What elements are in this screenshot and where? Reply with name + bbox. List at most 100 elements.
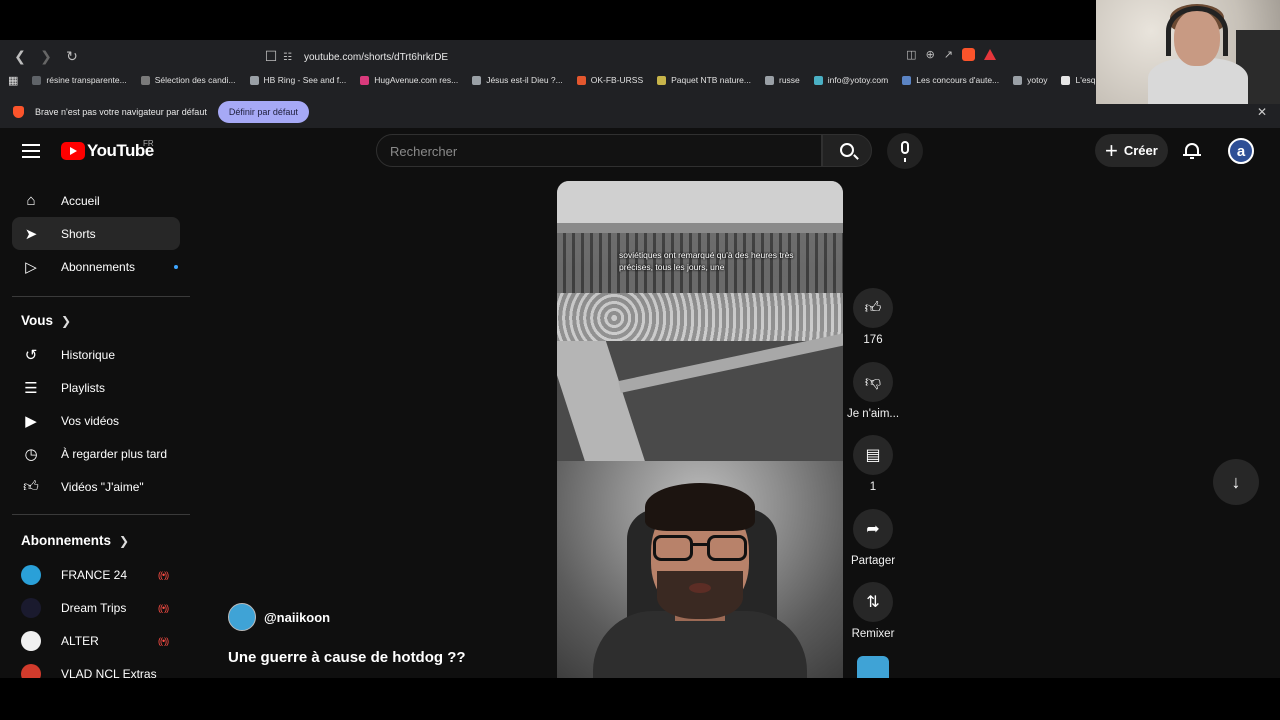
bookmark-label: Jésus est-il Dieu ?...	[486, 75, 563, 85]
create-button[interactable]: + Créer	[1095, 134, 1168, 167]
zoom-icon[interactable]: ⊕	[926, 48, 935, 61]
brave-logo-icon	[13, 106, 24, 118]
next-short-button[interactable]: ↓	[1213, 459, 1259, 505]
account-avatar[interactable]: a	[1228, 138, 1254, 164]
divider	[12, 514, 190, 515]
sidebar-item-subscriptions[interactable]: ▷ Abonnements	[12, 250, 180, 283]
reload-icon[interactable]: ↻	[62, 46, 82, 66]
channel-info[interactable]: @naiikoon	[228, 603, 330, 631]
brave-shields-icon[interactable]	[962, 48, 975, 61]
close-icon[interactable]: ✕	[1257, 105, 1267, 119]
home-icon: ⌂	[26, 192, 36, 209]
like-count: 176	[863, 334, 883, 346]
watch-later-icon: ◷	[24, 445, 38, 463]
bookmark-item[interactable]: HugAvenue.com res...	[360, 75, 458, 85]
subscriptions-icon: ▷	[25, 258, 37, 276]
bookmark-favicon-icon	[32, 75, 42, 85]
sidebar-item-label: Abonnements	[61, 259, 136, 274]
sidebar-item-playlists[interactable]: ☰ Playlists	[12, 371, 180, 404]
subscriptions-heading[interactable]: Abonnements ❯	[21, 533, 129, 548]
sidebar-item-history[interactable]: ↺ Historique	[12, 338, 180, 371]
video-caption: soviétiques ont remarqué qu'à des heures…	[619, 250, 794, 272]
chevron-right-icon: ❯	[61, 313, 72, 328]
bookmark-label: HugAvenue.com res...	[374, 75, 459, 85]
bookmark-item[interactable]: Jésus est-il Dieu ?...	[472, 75, 563, 85]
notifications-bell-icon[interactable]	[1183, 141, 1201, 159]
site-info-icon[interactable]: ☷	[283, 52, 292, 63]
thumbs-up-icon: 👍︎	[864, 299, 882, 317]
microphone-icon	[901, 141, 909, 162]
bookmark-label: russe	[779, 75, 800, 85]
install-icon[interactable]: ◫	[906, 48, 916, 61]
sidebar-item-your-videos[interactable]: ▶ Vos vidéos	[12, 404, 180, 437]
forward-icon[interactable]: ❯	[36, 46, 56, 66]
subscription-item[interactable]: FRANCE 24 ((•))	[12, 558, 180, 591]
comment-count: 1	[869, 481, 877, 493]
you-heading[interactable]: Vous ❯	[21, 313, 71, 328]
sidebar: ⌂ Accueil ➤ Shorts ▷ Abonnements Vous ❯ ↺…	[0, 174, 200, 678]
thumbs-down-icon: 👎︎	[864, 373, 882, 391]
your-videos-icon: ▶	[25, 412, 37, 430]
like-button[interactable]: 👍︎	[853, 288, 893, 328]
shorts-icon: ➤	[24, 225, 38, 243]
plus-icon: +	[1105, 137, 1118, 163]
subscription-item[interactable]: ALTER ((•))	[12, 624, 180, 657]
search-input[interactable]: Rechercher	[376, 134, 822, 167]
bookmark-label: Paquet NTB nature...	[671, 75, 751, 85]
create-label: Créer	[1123, 143, 1158, 158]
share-icon[interactable]: ↗	[944, 48, 953, 61]
sidebar-item-liked-videos[interactable]: 👍︎ Vidéos "J'aime"	[12, 470, 180, 503]
search-button[interactable]	[822, 134, 872, 167]
bookmark-label: OK-FB-URSS	[590, 75, 644, 85]
channel-avatar	[21, 630, 41, 651]
back-icon[interactable]: ❮	[10, 46, 30, 66]
masthead: YouTube FR Rechercher + Créer a	[0, 128, 1280, 174]
bookmark-item[interactable]: russe	[765, 75, 800, 85]
sidebar-item-label: Playlists	[61, 380, 106, 395]
apps-icon[interactable]: ▦	[8, 74, 18, 87]
bookmark-item[interactable]: info@yotoy.com	[813, 75, 888, 85]
subscription-label: FRANCE 24	[61, 567, 128, 582]
menu-icon[interactable]	[22, 144, 40, 158]
new-content-dot	[174, 265, 178, 269]
bookmark-item[interactable]: yotoy	[1013, 75, 1047, 85]
remix-icon: ⇅	[866, 594, 880, 611]
youtube-logo[interactable]: YouTube FR	[61, 139, 154, 161]
channel-avatar[interactable]	[857, 656, 889, 678]
bookmark-favicon-icon	[472, 75, 482, 85]
sidebar-item-home[interactable]: ⌂ Accueil	[12, 184, 180, 217]
share-button[interactable]: ➦	[853, 509, 893, 549]
bookmark-item[interactable]: Sélection des candi...	[140, 75, 236, 85]
bookmark-item[interactable]: L'esquif fantôme eB...	[1061, 75, 1100, 85]
browser-chrome: ❮ ❯ ↻ ☐ ☷ youtube.com/shorts/dTrt6hrkrDE…	[0, 40, 1280, 128]
remix-button[interactable]: ⇅	[853, 582, 893, 622]
bookmark-item[interactable]: Les concours d'aute...	[902, 75, 999, 85]
share-arrow-icon: ➦	[866, 521, 880, 538]
short-video-player[interactable]: soviétiques ont remarqué qu'à des heures…	[557, 181, 843, 678]
sidebar-item-label: Historique	[61, 347, 116, 362]
subscription-label: Dream Trips	[61, 600, 127, 615]
voice-search-button[interactable]	[887, 133, 923, 169]
bookmark-label: Les concours d'aute...	[916, 75, 1000, 85]
sidebar-item-watch-later[interactable]: ◷ À regarder plus tard	[12, 437, 180, 470]
brave-rewards-icon[interactable]	[984, 49, 996, 60]
bookmark-item[interactable]: Paquet NTB nature...	[657, 75, 751, 85]
presenter-video	[557, 461, 843, 678]
infobar-message: Brave n'est pas votre navigateur par déf…	[35, 107, 207, 117]
search-icon	[840, 143, 854, 157]
comments-button[interactable]: ▤	[853, 435, 893, 475]
bookmark-item[interactable]: OK-FB-URSS	[576, 75, 644, 85]
sidebar-item-shorts[interactable]: ➤ Shorts	[12, 217, 180, 250]
bookmark-favicon-icon	[360, 75, 370, 85]
dislike-button[interactable]: 👎︎	[853, 362, 893, 402]
subscription-item[interactable]: Dream Trips ((•))	[12, 591, 180, 624]
url-text: youtube.com/shorts/dTrt6hrkrDE	[303, 51, 449, 63]
bookmark-page-icon[interactable]: ☐	[261, 46, 281, 66]
you-heading-label: Vous	[21, 313, 54, 328]
arrow-down-icon: ↓	[1231, 471, 1241, 492]
subscription-item[interactable]: VLAD NCL Extras	[12, 657, 180, 678]
short-title: Une guerre à cause de hotdog ??	[228, 649, 466, 666]
bookmark-item[interactable]: résine transparente...	[32, 75, 127, 85]
set-default-button[interactable]: Définir par défaut	[217, 101, 309, 123]
bookmark-item[interactable]: HB Ring - See and f...	[249, 75, 346, 85]
